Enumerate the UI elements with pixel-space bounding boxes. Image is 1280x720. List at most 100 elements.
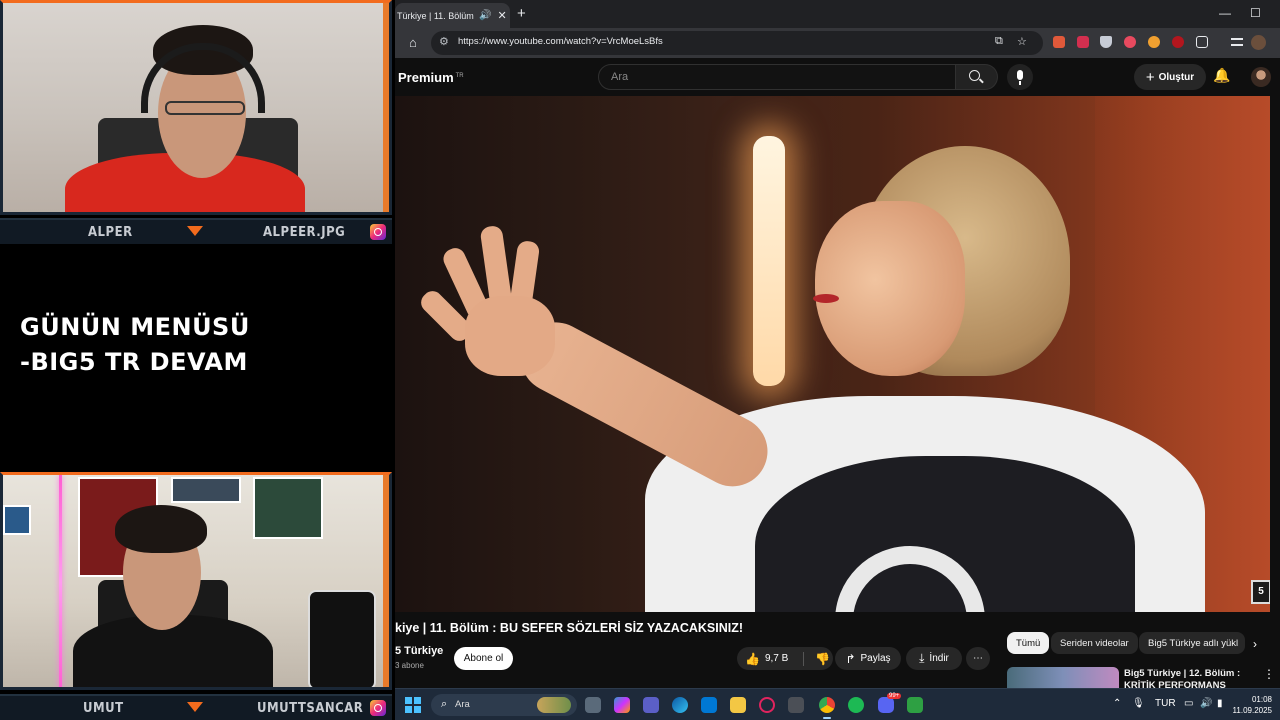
maximize-icon[interactable]: ☐ bbox=[1250, 6, 1261, 20]
search-icon: ⌕ bbox=[441, 698, 448, 710]
account-avatar[interactable] bbox=[1251, 67, 1271, 87]
copilot-icon[interactable] bbox=[614, 697, 630, 713]
channel-watermark: 5 bbox=[1251, 580, 1270, 604]
share-icon: ↱ bbox=[845, 651, 856, 666]
streamer-handle: UMUTTSANCAR bbox=[257, 700, 364, 716]
subscriber-count: 3 abone bbox=[395, 661, 424, 670]
create-button[interactable]: + Oluştur bbox=[1134, 64, 1206, 90]
hand bbox=[417, 224, 585, 386]
download-button[interactable]: ⤓ İndir bbox=[906, 647, 962, 670]
clock-date: 11.09.2025 bbox=[1232, 706, 1272, 715]
youtube-logo[interactable]: Premium TR bbox=[398, 70, 464, 85]
like-count[interactable]: 9,7 B bbox=[765, 653, 788, 664]
tab-youtube[interactable]: Türkiye | 11. Bölüm : B 🔊 ✕ bbox=[395, 3, 510, 28]
home-icon[interactable]: ⌂ bbox=[409, 35, 417, 50]
instagram-icon bbox=[370, 224, 386, 240]
subscribe-button[interactable]: Abone ol bbox=[454, 647, 513, 670]
chip-all[interactable]: Tümü bbox=[1007, 632, 1050, 654]
browser-toolbar: ⌂ ⚙ https://www.youtube.com/watch?v=VrcM… bbox=[395, 28, 1280, 58]
file-explorer-icon[interactable] bbox=[730, 697, 746, 713]
like-icon[interactable]: 👍 bbox=[745, 652, 760, 666]
task-view-icon[interactable] bbox=[585, 697, 601, 713]
extension-icon[interactable] bbox=[1077, 36, 1089, 48]
close-tab-icon[interactable]: ✕ bbox=[497, 9, 506, 22]
ublock-icon[interactable] bbox=[1172, 36, 1184, 48]
recommended-title[interactable]: Big5 Türkiye | 12. Bölüm : KRİTİK PERFOR… bbox=[1124, 668, 1254, 688]
edge-icon[interactable] bbox=[672, 697, 688, 713]
language-indicator[interactable]: TUR bbox=[1155, 698, 1176, 709]
palm bbox=[465, 296, 555, 376]
frame-edge bbox=[383, 3, 389, 212]
create-label: Oluştur bbox=[1158, 71, 1195, 83]
volume-icon[interactable]: 🔊 bbox=[1200, 698, 1212, 709]
share-label: Paylaş bbox=[860, 653, 891, 664]
channel-name[interactable]: 5 Türkiye bbox=[395, 645, 443, 657]
chevron-right-icon[interactable]: › bbox=[1253, 637, 1257, 651]
triangle-icon bbox=[187, 702, 203, 712]
nameplate-top: ALPER ALPEER.JPG bbox=[0, 218, 392, 244]
address-bar[interactable]: ⚙ https://www.youtube.com/watch?v=VrcMoe… bbox=[431, 31, 1043, 55]
outlook-icon[interactable] bbox=[701, 697, 717, 713]
menu-text: GÜNÜN MENÜSÜ -BIG5 TR DEVAM bbox=[20, 310, 250, 380]
finger bbox=[479, 224, 513, 308]
search-icon bbox=[969, 70, 980, 81]
extension-icon[interactable] bbox=[1148, 36, 1160, 48]
app-icon[interactable] bbox=[907, 697, 923, 713]
discord-icon[interactable] bbox=[878, 697, 894, 713]
search-input[interactable]: Ara bbox=[598, 64, 956, 90]
glasses bbox=[165, 101, 245, 115]
teams-icon[interactable] bbox=[643, 697, 659, 713]
tab-bar: Türkiye | 11. Bölüm : B 🔊 ✕ + — ☐ bbox=[395, 0, 1280, 28]
frame-edge bbox=[383, 475, 389, 687]
shield-icon[interactable] bbox=[1100, 36, 1112, 48]
tab-title: Türkiye | 11. Bölüm : B bbox=[397, 10, 477, 21]
site-info-icon[interactable]: ⚙ bbox=[439, 35, 449, 48]
minimize-icon[interactable]: — bbox=[1219, 6, 1231, 20]
hair bbox=[115, 505, 207, 553]
chip-channel[interactable]: Big5 Türkiye adlı yükl bbox=[1139, 632, 1245, 654]
speaker-icon[interactable]: 🔊 bbox=[479, 10, 491, 21]
streamer-name: ALPER bbox=[88, 224, 133, 240]
system-clock[interactable]: 01:08 11.09.2025 bbox=[1233, 694, 1272, 716]
bookmark-star-icon[interactable]: ☆ bbox=[1017, 35, 1027, 48]
led-strip bbox=[59, 475, 62, 687]
streamer-handle: ALPEER.JPG bbox=[263, 224, 346, 240]
share-button[interactable]: ↱ Paylaş bbox=[835, 647, 901, 670]
extensions-puzzle-icon[interactable] bbox=[1196, 36, 1208, 48]
extension-icon[interactable] bbox=[1053, 36, 1065, 48]
dislike-icon[interactable]: 👎 bbox=[815, 652, 830, 666]
poster bbox=[3, 505, 31, 535]
more-actions-button[interactable]: ⋯ bbox=[966, 647, 990, 670]
recommended-thumbnail[interactable] bbox=[1007, 667, 1119, 688]
display-icon[interactable]: ▭ bbox=[1184, 698, 1193, 709]
windows-start-icon[interactable] bbox=[405, 697, 421, 713]
extension-icon[interactable] bbox=[1124, 36, 1136, 48]
more-vert-icon[interactable]: ⋮ bbox=[1263, 667, 1275, 681]
triangle-icon bbox=[187, 226, 203, 236]
more-icon: ⋯ bbox=[973, 653, 983, 664]
microphone-icon[interactable] bbox=[1007, 64, 1033, 90]
app-icon[interactable] bbox=[788, 697, 804, 713]
microphone-tray-icon[interactable]: 🎙 bbox=[1132, 698, 1145, 709]
battery-icon[interactable]: ▮ bbox=[1217, 698, 1223, 709]
chrome-icon[interactable] bbox=[819, 697, 835, 719]
profile-avatar[interactable] bbox=[1251, 35, 1266, 50]
video-player[interactable]: 5 bbox=[395, 96, 1270, 612]
spotify-icon[interactable] bbox=[848, 697, 864, 713]
search-button[interactable] bbox=[956, 64, 998, 90]
new-tab-button[interactable]: + bbox=[517, 5, 526, 22]
url-text[interactable]: https://www.youtube.com/watch?v=VrcMoeLs… bbox=[458, 36, 663, 47]
taskbar-search[interactable]: ⌕ Ara bbox=[431, 694, 577, 716]
app-icon[interactable] bbox=[759, 697, 775, 713]
video-title: kiye | 11. Bölüm : BU SEFER SÖZLERİ SİZ … bbox=[395, 621, 744, 635]
youtube-header: Premium TR Ara + Oluştur 🔔 bbox=[395, 58, 1280, 96]
reading-list-icon[interactable] bbox=[1231, 38, 1243, 46]
webcam-top bbox=[0, 0, 392, 215]
chip-series[interactable]: Seriden videolar bbox=[1051, 632, 1138, 654]
chevron-up-icon[interactable]: ⌃ bbox=[1113, 698, 1121, 709]
cast-icon[interactable]: ⧉ bbox=[995, 35, 1003, 48]
notifications-bell-icon[interactable]: 🔔 bbox=[1213, 67, 1230, 84]
poster bbox=[171, 477, 241, 503]
woman-face bbox=[815, 201, 965, 376]
search-placeholder: Ara bbox=[611, 71, 629, 83]
